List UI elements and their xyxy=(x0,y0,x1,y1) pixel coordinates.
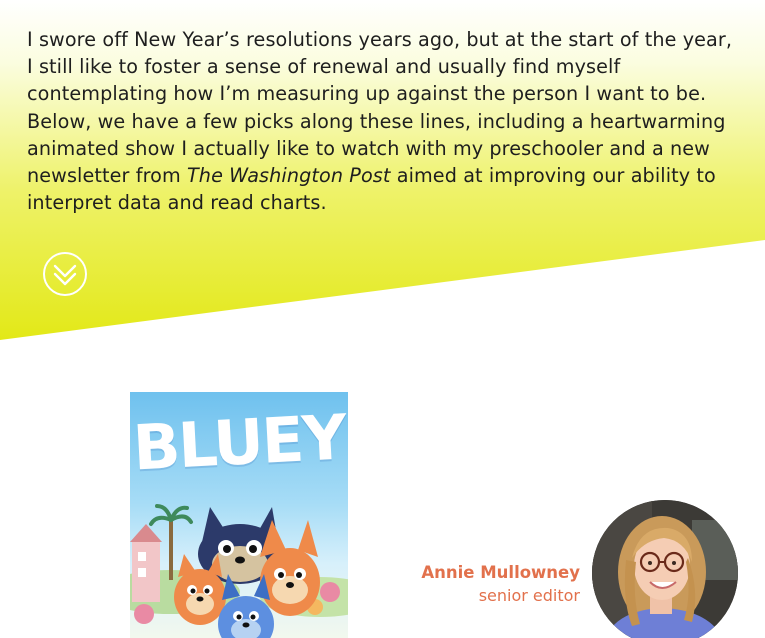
double-chevron-down-icon xyxy=(53,264,77,286)
page: I swore off New Year’s resolutions years… xyxy=(0,0,765,638)
publication-name: The Washington Post xyxy=(186,164,391,188)
editor-avatar xyxy=(592,500,738,638)
poster-illustration xyxy=(130,504,348,638)
editor-portrait xyxy=(592,500,738,638)
editor-name: Annie Mullowney xyxy=(421,563,580,582)
bluey-poster[interactable]: BLUEY xyxy=(130,392,348,638)
intro-paragraph: I swore off New Year’s resolutions years… xyxy=(27,26,739,216)
editor-role: senior editor xyxy=(478,586,580,605)
scroll-down-button[interactable] xyxy=(43,252,87,296)
